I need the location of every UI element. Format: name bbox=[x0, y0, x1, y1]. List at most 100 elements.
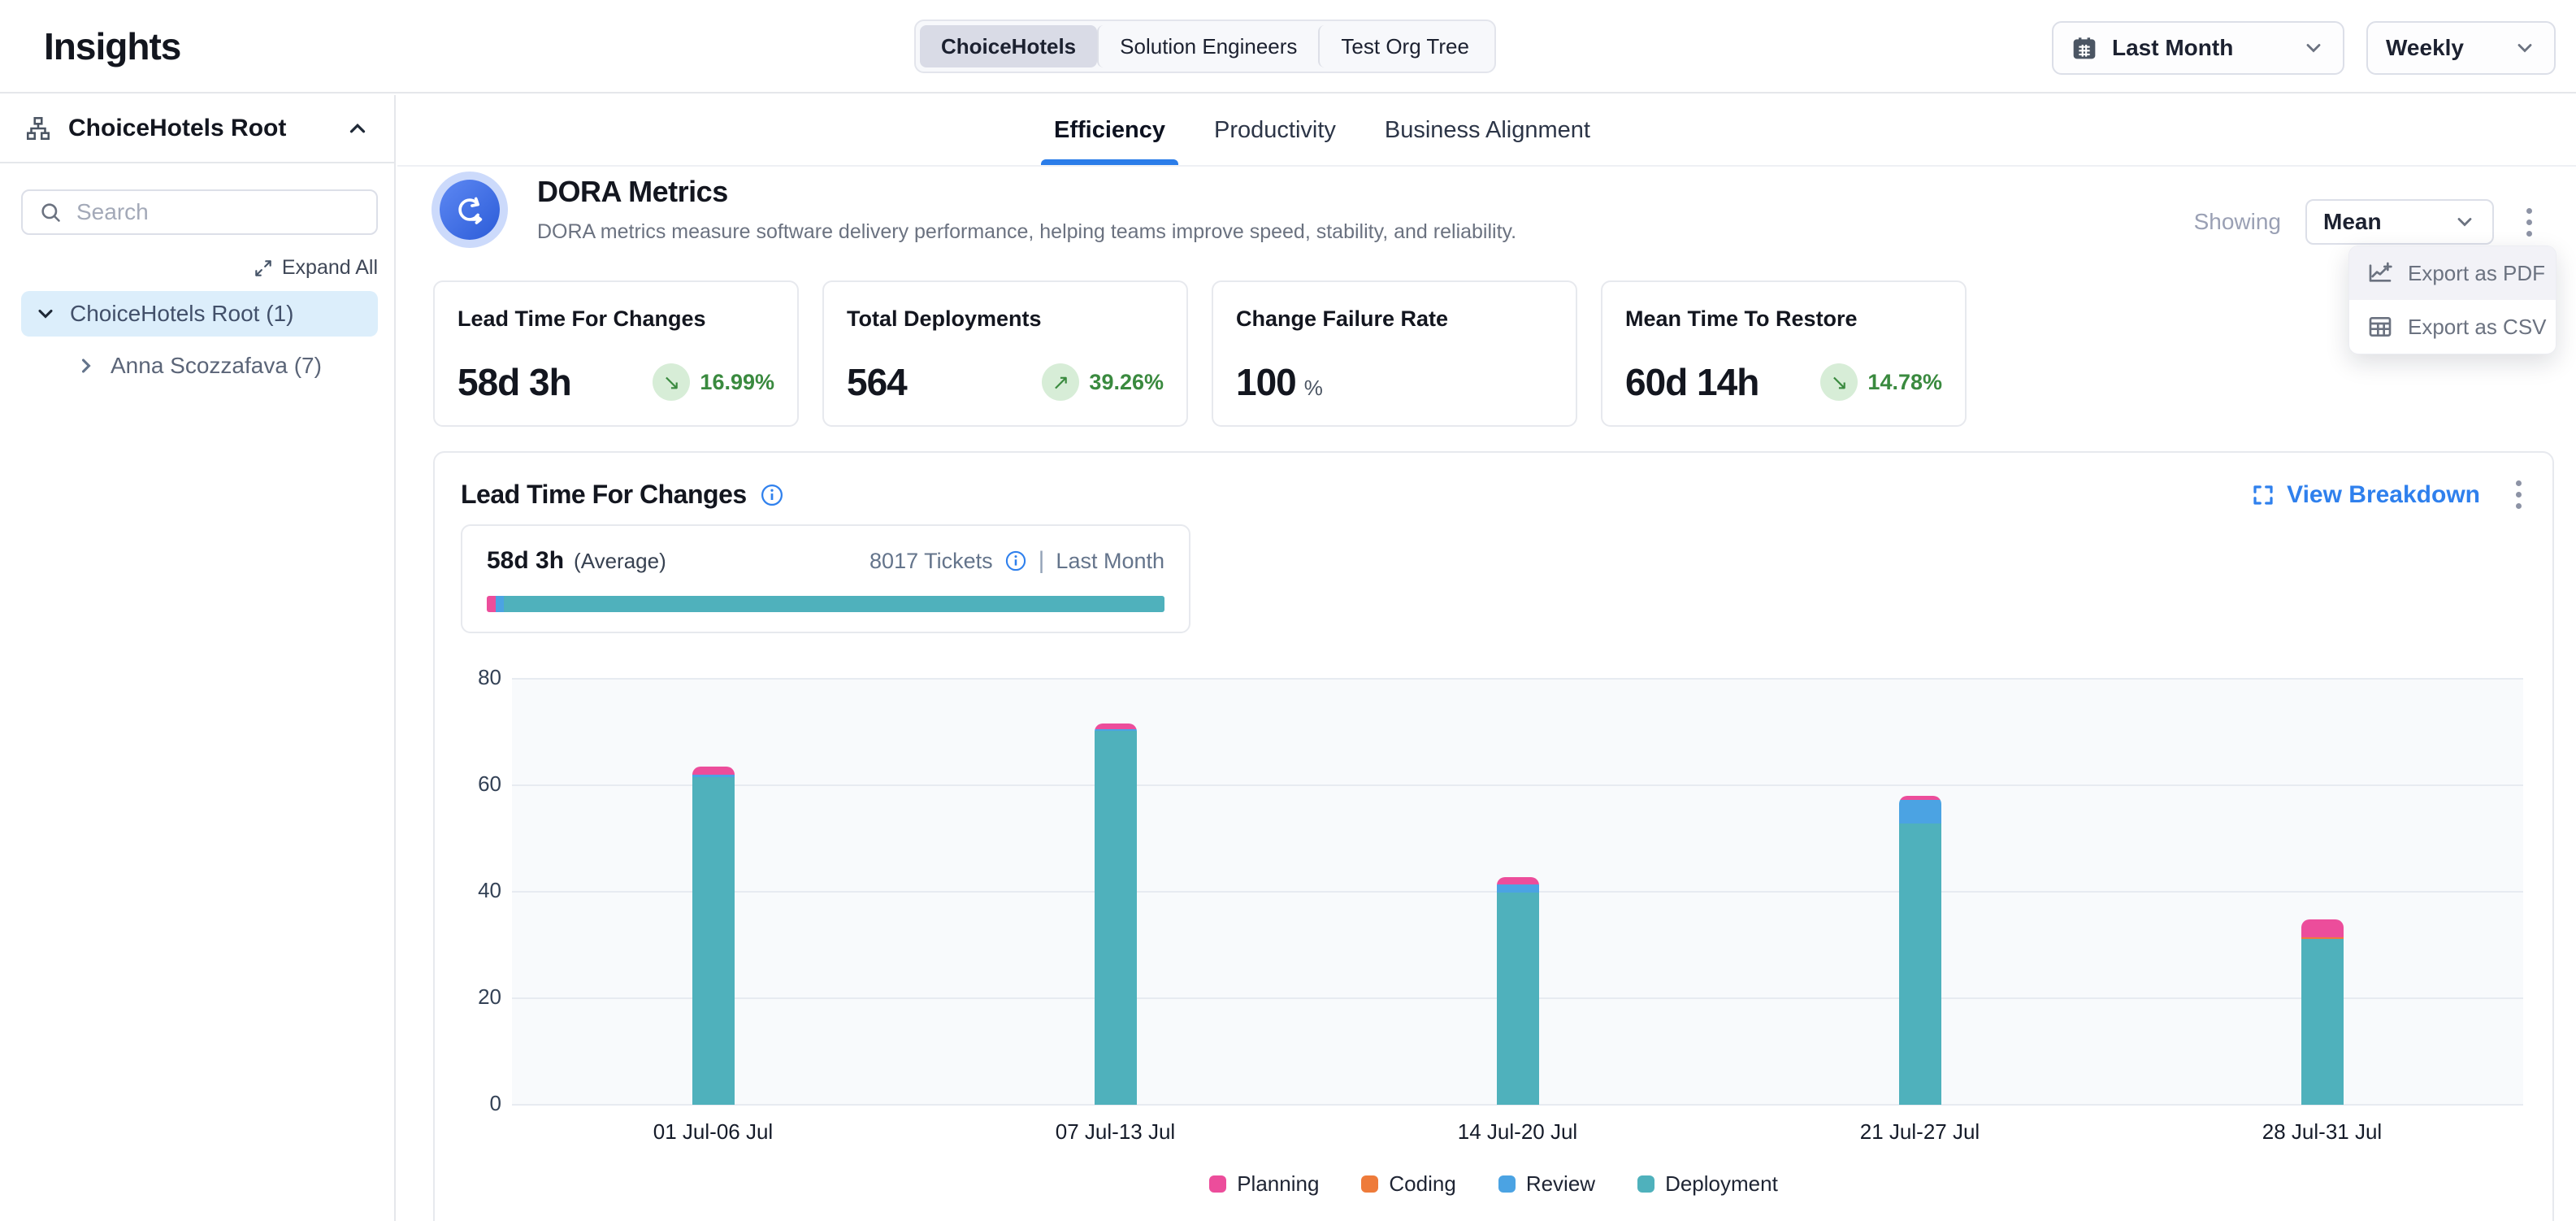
stacked-bar[interactable] bbox=[1497, 877, 1539, 1105]
stacked-bar[interactable] bbox=[692, 767, 735, 1105]
dora-kebab-menu-button[interactable] bbox=[2518, 202, 2540, 243]
dora-metrics-header: DORA Metrics DORA metrics measure softwa… bbox=[433, 175, 1516, 244]
legend-item-coding[interactable]: Coding bbox=[1361, 1171, 1455, 1197]
active-tab-underline bbox=[1041, 159, 1178, 165]
main-area: Efficiency Productivity Business Alignme… bbox=[397, 95, 2576, 1221]
chevron-down-icon bbox=[2302, 37, 2325, 59]
x-tick-label: 01 Jul-06 Jul bbox=[512, 1119, 914, 1145]
org-tab-solution-engineers[interactable]: Solution Engineers bbox=[1097, 25, 1318, 67]
menu-item-label: Export as PDF bbox=[2408, 261, 2545, 286]
chevron-right-icon[interactable] bbox=[75, 354, 98, 377]
info-icon[interactable] bbox=[1004, 550, 1027, 572]
tree-item-label: ChoiceHotels Root (1) bbox=[70, 301, 293, 327]
period-select[interactable]: Last Month bbox=[2052, 21, 2344, 75]
y-tick-label: 80 bbox=[478, 665, 501, 690]
bar-segment-deployment bbox=[1095, 731, 1137, 1105]
legend-item-deployment[interactable]: Deployment bbox=[1637, 1171, 1778, 1197]
lead-time-chart-panel: Lead Time For Changes bbox=[433, 451, 2554, 1221]
view-breakdown-button[interactable]: View Breakdown bbox=[2251, 481, 2480, 509]
y-tick-label: 20 bbox=[478, 984, 501, 1010]
menu-item-export-pdf[interactable]: Export as PDF bbox=[2349, 246, 2556, 300]
chevron-up-icon[interactable] bbox=[345, 116, 370, 141]
card-title: Lead Time For Changes bbox=[458, 306, 774, 332]
card-value: 564 bbox=[847, 360, 907, 404]
tab-productivity[interactable]: Productivity bbox=[1201, 95, 1349, 165]
delta-badge: ↘ 14.78% bbox=[1820, 363, 1942, 401]
delta-percent: 39.26% bbox=[1089, 370, 1164, 395]
tab-efficiency[interactable]: Efficiency bbox=[1041, 95, 1178, 165]
expand-all-label: Expand All bbox=[282, 256, 378, 280]
aggregation-select[interactable]: Mean bbox=[2305, 199, 2494, 245]
bar-segment-deployment bbox=[1497, 893, 1539, 1105]
stacked-bar[interactable] bbox=[1095, 723, 1137, 1105]
menu-item-export-csv[interactable]: Export as CSV bbox=[2349, 300, 2556, 354]
sidebar-root-label: ChoiceHotels Root bbox=[68, 115, 286, 142]
org-tab-choicehotels[interactable]: ChoiceHotels bbox=[920, 25, 1097, 67]
bar-segment-deployment bbox=[2301, 939, 2344, 1105]
legend-item-planning[interactable]: Planning bbox=[1209, 1171, 1319, 1197]
tab-business-alignment[interactable]: Business Alignment bbox=[1372, 95, 1603, 165]
x-tick-label: 14 Jul-20 Jul bbox=[1316, 1119, 1719, 1145]
page-title: Insights bbox=[44, 24, 180, 68]
org-tab-test-org-tree[interactable]: Test Org Tree bbox=[1318, 25, 1490, 67]
granularity-select[interactable]: Weekly bbox=[2366, 21, 2556, 75]
card-title: Mean Time To Restore bbox=[1625, 306, 1942, 332]
delta-badge: ↘ 16.99% bbox=[653, 363, 774, 401]
calendar-icon bbox=[2071, 35, 2097, 61]
dora-cycle-icon bbox=[440, 180, 500, 240]
y-tick-label: 60 bbox=[478, 771, 501, 797]
summary-bar-segment-review bbox=[496, 596, 504, 612]
org-tab-group: ChoiceHotels Solution Engineers Test Org… bbox=[914, 20, 1496, 73]
menu-item-label: Export as CSV bbox=[2408, 315, 2547, 340]
org-tree: ChoiceHotels Root (1) Anna Scozzafava (7… bbox=[0, 291, 394, 389]
summary-tickets-count: 8017 Tickets bbox=[870, 549, 993, 574]
card-value: 60d 14h bbox=[1625, 360, 1759, 404]
insights-page: Insights ChoiceHotels Solution Engineers… bbox=[0, 0, 2576, 1221]
bar-segment-deployment bbox=[1899, 823, 1941, 1105]
chevron-down-icon bbox=[2513, 37, 2536, 59]
period-select-value: Last Month bbox=[2112, 35, 2233, 61]
expand-all-button[interactable]: Expand All bbox=[0, 256, 378, 280]
sidebar-header[interactable]: ChoiceHotels Root bbox=[0, 95, 394, 163]
summary-bar-segment-deployment bbox=[504, 596, 1164, 612]
info-icon[interactable] bbox=[760, 483, 784, 507]
chart-kebab-menu-button[interactable] bbox=[2508, 474, 2530, 515]
legend-swatch bbox=[1637, 1175, 1654, 1193]
dora-description: DORA metrics measure software delivery p… bbox=[537, 220, 1516, 244]
legend-swatch bbox=[1498, 1175, 1516, 1193]
summary-bar-segment-planning bbox=[487, 596, 496, 612]
summary-period: Last Month bbox=[1056, 549, 1164, 574]
tree-item-anna-scozzafava[interactable]: Anna Scozzafava (7) bbox=[62, 343, 378, 389]
plot-area[interactable] bbox=[512, 679, 2523, 1105]
bar-segment-review bbox=[1899, 800, 1941, 823]
card-value: 58d 3h bbox=[458, 360, 571, 404]
search-input[interactable] bbox=[76, 199, 360, 225]
bar-segment-review bbox=[1497, 884, 1539, 893]
chevron-down-icon[interactable] bbox=[34, 302, 57, 325]
divider: | bbox=[1039, 547, 1045, 575]
tree-item-choicehotels-root[interactable]: ChoiceHotels Root (1) bbox=[21, 291, 378, 337]
chevron-down-icon bbox=[2453, 211, 2476, 233]
dora-controls: Showing Mean bbox=[2194, 199, 2540, 245]
expand-corners-icon bbox=[2251, 483, 2275, 507]
stacked-bar[interactable] bbox=[1899, 796, 1941, 1105]
search-icon bbox=[39, 201, 62, 224]
org-tree-sidebar: ChoiceHotels Root Expand All bbox=[0, 95, 396, 1221]
chart-panel-title: Lead Time For Changes bbox=[461, 480, 784, 510]
delta-percent: 14.78% bbox=[1867, 370, 1942, 395]
stacked-bar[interactable] bbox=[2301, 919, 2344, 1105]
export-menu: Export as PDF Export as CSV bbox=[2348, 246, 2556, 354]
card-unit: % bbox=[1304, 376, 1322, 400]
bar-segment-planning bbox=[2301, 919, 2344, 937]
trend-down-icon: ↘ bbox=[653, 363, 690, 401]
legend-swatch bbox=[1209, 1175, 1226, 1193]
showing-label: Showing bbox=[2194, 209, 2281, 235]
legend-swatch bbox=[1361, 1175, 1378, 1193]
summary-average-qualifier: (Average) bbox=[574, 549, 666, 574]
chart-legend: Planning Coding Review Deployment bbox=[435, 1171, 2552, 1197]
bar-segment-planning bbox=[692, 767, 735, 775]
x-tick-label: 07 Jul-13 Jul bbox=[914, 1119, 1316, 1145]
card-title: Change Failure Rate bbox=[1236, 306, 1553, 332]
legend-item-review[interactable]: Review bbox=[1498, 1171, 1595, 1197]
search-box bbox=[21, 189, 378, 235]
